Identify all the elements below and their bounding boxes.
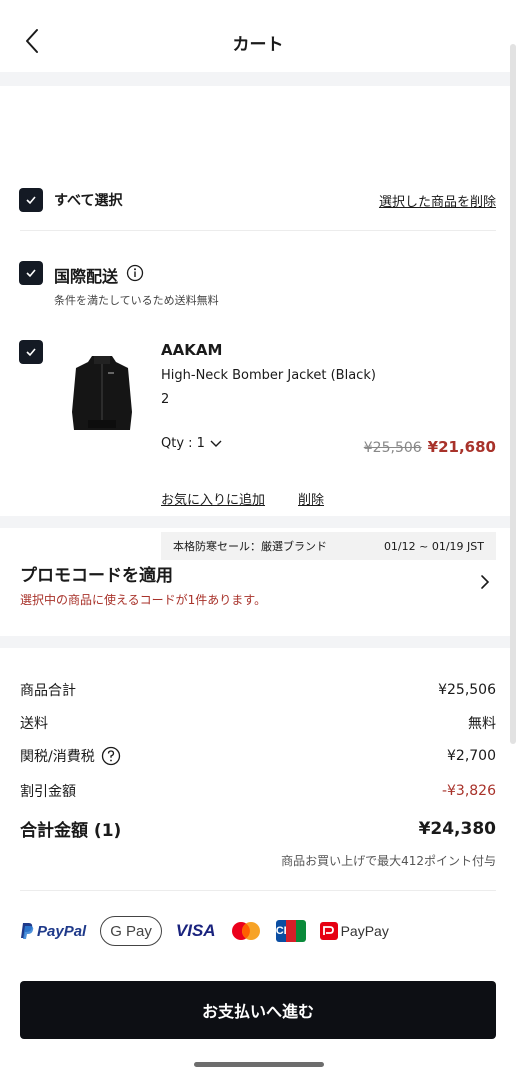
paypal-icon (21, 923, 34, 939)
chevron-down-icon (210, 440, 222, 447)
discount-row: 割引金額 -¥3,826 (20, 781, 496, 801)
visa-logo: VISA (175, 921, 216, 940)
product-image[interactable] (62, 352, 142, 432)
subtotal-row: 商品合計 ¥25,506 (20, 680, 496, 700)
total-label: 合計金額 (1) (20, 821, 122, 841)
original-price: ¥25,506 (363, 440, 422, 456)
item-checkbox[interactable] (19, 340, 43, 364)
divider (20, 890, 496, 891)
delete-selected-link[interactable]: 選択した商品を削除 (379, 191, 496, 210)
divider (20, 230, 496, 231)
payment-methods: PayPal G Pay VISA JCB PayPay (20, 916, 389, 946)
total-row: 合計金額 (1) ¥24,380 (20, 816, 496, 842)
check-icon (26, 196, 36, 205)
shipping-fee-value: 無料 (468, 716, 496, 732)
mastercard-icon (231, 922, 260, 940)
remove-item-link[interactable]: 削除 (298, 489, 324, 508)
product-size: 2 (161, 392, 170, 407)
tax-value: ¥2,700 (447, 748, 496, 764)
tax-row: 関税/消費税 ¥2,700 (20, 746, 496, 766)
subtotal-label: 商品合計 (20, 683, 76, 699)
jcb-logo: JCB (275, 920, 306, 942)
chevron-right-icon (481, 575, 490, 589)
discount-value: -¥3,826 (441, 783, 496, 799)
check-icon (26, 269, 36, 278)
info-icon[interactable] (126, 264, 144, 282)
tax-label: 関税/消費税 (20, 749, 95, 765)
qty-selector[interactable]: Qty : 1 (161, 436, 223, 451)
promo-note: 選択中の商品に使えるコードが1件あります。 (20, 593, 267, 607)
divider (0, 72, 510, 86)
subtotal-value: ¥25,506 (438, 682, 496, 698)
paypay-icon (319, 922, 338, 940)
sale-price: ¥21,680 (427, 438, 496, 456)
select-all-label: すべて選択 (54, 193, 123, 209)
select-all-checkbox[interactable] (19, 188, 43, 212)
product-name[interactable]: High-Neck Bomber Jacket (Black) (161, 368, 376, 383)
promo-code-row[interactable]: プロモコードを適用 選択中の商品に使えるコードが1件あります。 (0, 528, 510, 636)
checkout-button[interactable]: お支払いへ進む (20, 981, 496, 1039)
discount-label: 割引金額 (20, 784, 76, 800)
header: カート (0, 0, 516, 72)
shipping-fee-row: 送料 無料 (20, 713, 496, 733)
qty-label: Qty : 1 (161, 436, 205, 451)
scrollbar[interactable] (510, 44, 516, 744)
points-note: 商品お買い上げで最大412ポイント付与 (281, 854, 496, 868)
shipping-fee-label: 送料 (20, 716, 48, 732)
gpay-logo: G Pay (100, 916, 162, 946)
brand-name[interactable]: AAKAM (161, 341, 222, 359)
divider (0, 636, 510, 648)
shipping-note: 条件を満たしているため送料無料 (54, 294, 219, 307)
shipping-group-checkbox[interactable] (19, 261, 43, 285)
divider (0, 516, 510, 528)
total-value: ¥24,380 (418, 818, 496, 839)
check-icon (26, 348, 36, 357)
paypay-logo: PayPay (319, 922, 389, 940)
price-block: ¥25,506 ¥21,680 (364, 438, 496, 456)
promo-title: プロモコードを適用 (20, 566, 173, 586)
shipping-title: 国際配送 (54, 267, 119, 286)
add-favorite-link[interactable]: お気に入りに追加 (161, 489, 265, 508)
page-title: カート (232, 35, 284, 55)
help-icon[interactable] (101, 746, 121, 766)
paypal-logo: PayPal (20, 922, 86, 940)
home-indicator[interactable] (194, 1062, 324, 1067)
jacket-image (72, 356, 132, 430)
